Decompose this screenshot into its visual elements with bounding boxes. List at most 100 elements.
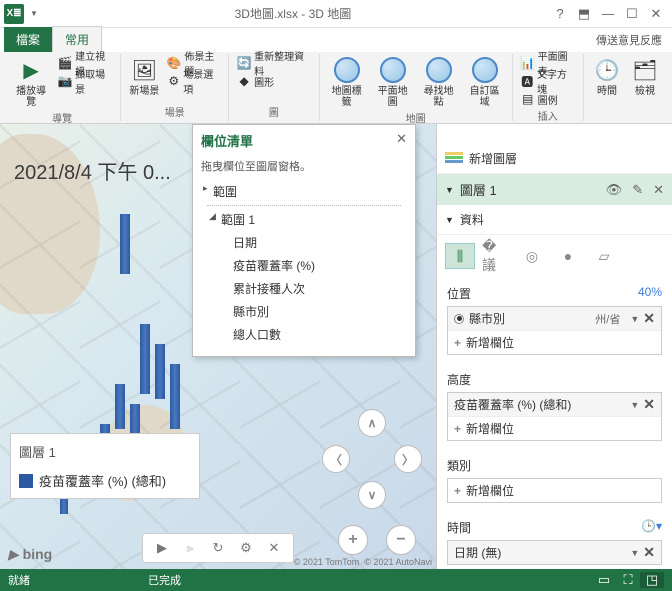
shapes-icon: ◆ [237,74,251,88]
layer-name[interactable]: 圖層 1 [460,180,596,199]
chevron-right-icon: ▸ [203,183,208,194]
time-button[interactable]: 🕒時間 [590,54,624,99]
field-item[interactable]: 疫苗覆蓋率 (%) [193,254,415,277]
chart-type-heatmap[interactable]: ● [553,243,583,269]
tour-loop-icon[interactable]: ↻ [209,539,227,557]
scene-options-button[interactable]: ⚙場景選項 [165,72,222,90]
zoom-in-button[interactable]: + [338,525,368,555]
shapes-button[interactable]: ◆圖形 [235,72,313,90]
tour-close-icon[interactable]: ✕ [265,539,283,557]
remove-icon[interactable]: ✕ [643,544,655,561]
nav-up-button[interactable]: ∧ [358,409,386,437]
category-section: 類別 +新增欄位 [437,449,672,511]
flat-map-button[interactable]: 平面地圖 [372,54,414,110]
field-list-close-icon[interactable]: ✕ [396,131,407,150]
text-box-button[interactable]: 🅰文字方塊 [519,72,577,90]
nav-right-button[interactable]: 〉 [394,445,422,473]
refresh-icon: 🔄 [237,56,251,70]
ribbon-group-insert: 📊平面圖表 🅰文字方塊 ▤圖例 插入 [513,54,584,121]
ribbon-toggle-icon[interactable]: ⬒ [572,6,596,22]
field-item[interactable]: 日期 [193,231,415,254]
custom-regions-button[interactable]: 自訂區域 [464,54,506,110]
minimize-icon[interactable]: — [596,6,620,21]
dropdown-icon[interactable]: ▼ [630,400,639,410]
edit-icon[interactable]: ✎ [632,182,643,198]
options-icon: ⚙ [167,74,180,88]
nav-pad: ∧ ∨ 〈 〉 [322,409,422,509]
tab-file[interactable]: 檔案 [4,27,52,52]
help-icon[interactable]: ? [548,6,572,21]
delete-icon[interactable]: ✕ [653,182,664,198]
new-scene-button[interactable]: 🖼新場景 [127,54,161,99]
field-item[interactable]: 縣市別 [193,300,415,323]
height-section: 高度 疫苗覆蓋率 (%) (總和)▼✕ +新增欄位 [437,363,672,449]
status-icon-1[interactable]: ▭ [592,572,616,588]
tour-settings-icon[interactable]: ⚙ [237,539,255,557]
field-list-range[interactable]: ▸範圍 [193,180,415,203]
add-layer-button[interactable]: 新增圖層 [437,144,672,174]
find-location-button[interactable]: 尋找地點 [418,54,460,110]
maximize-icon[interactable]: ☐ [620,6,644,22]
chevron-down-icon[interactable]: ▼ [445,185,454,195]
status-icon-3[interactable]: ◳ [640,572,664,588]
clock-icon[interactable]: 🕒▾ [641,519,662,536]
chart-type-stacked-column[interactable]: ⫼ [445,243,475,269]
video-icon: 🎬 [58,56,72,70]
app-dropdown-icon[interactable]: ▼ [30,9,38,18]
nav-down-button[interactable]: ∨ [358,481,386,509]
chart-type-clustered-column[interactable]: �議 [481,243,511,269]
remove-icon[interactable]: ✕ [643,396,655,413]
timestamp-label: 2021/8/4 下午 0... [14,156,171,185]
status-icon-2[interactable]: ⛶ [616,572,640,588]
time-section: 時間🕒▾ 日期 (無)▼✕ [437,511,672,569]
field-list-range1[interactable]: ◢範圍 1 [193,208,415,231]
zoom-out-button[interactable]: − [386,525,416,555]
time-field-row[interactable]: 日期 (無)▼✕ [448,541,661,564]
plus-icon: + [454,336,461,350]
dropdown-icon[interactable]: ▼ [630,314,639,324]
layer-header: ▼ 圖層 1 👁 ✎ ✕ [437,174,672,205]
tour-play-icon[interactable]: ▶ [153,539,171,557]
chart-type-bubble[interactable]: ◎ [517,243,547,269]
add-location-field[interactable]: +新增欄位 [448,331,661,354]
location-label: 位置 [447,285,471,302]
bing-logo: ▶ bing [8,546,52,563]
chart-type-region[interactable]: ▱ [589,243,619,269]
location-section: 位置40% 縣市別州/省▼✕ +新增欄位 [437,277,672,363]
location-confidence[interactable]: 40% [638,285,662,302]
field-list-title: 欄位清單 [201,131,253,150]
field-list-panel: 欄位清單 ✕ 拖曳欄位至圖層窗格。 ▸範圍 ◢範圍 1 日期 疫苗覆蓋率 (%)… [192,124,416,357]
add-category-field[interactable]: +新增欄位 [448,479,661,502]
map-canvas[interactable]: 2021/8/4 下午 0... 圖層 1 疫苗覆蓋率 (%) (總和) ▶ b… [0,124,436,569]
plus-icon: + [454,484,461,498]
textbox-icon: 🅰 [521,74,534,88]
chart-type-selector: ⫼ �議 ◎ ● ▱ [437,235,672,277]
status-ready: 就緒 [8,572,148,588]
field-item[interactable]: 累計接種人次 [193,277,415,300]
data-tab[interactable]: ▼資料 [437,205,672,235]
legend-icon: ▤ [521,92,535,106]
legend-button[interactable]: ▤圖例 [519,90,577,108]
close-icon[interactable]: ✕ [644,6,668,22]
tour-next-icon[interactable]: ⫸ [181,539,199,557]
dropdown-icon[interactable]: ▼ [630,548,639,558]
zoom-bar: + − [338,525,416,555]
visibility-icon[interactable]: 👁 [606,182,623,198]
nav-left-button[interactable]: 〈 [322,445,350,473]
radio-on-icon[interactable] [454,314,464,324]
map-legend[interactable]: 圖層 1 疫苗覆蓋率 (%) (總和) [10,433,200,499]
add-height-field[interactable]: +新增欄位 [448,417,661,440]
field-item[interactable]: 總人口數 [193,323,415,346]
feedback-link[interactable]: 傳送意見反應 [586,28,672,52]
refresh-data-button[interactable]: 🔄重新整理資料 [235,54,313,72]
play-tour-button[interactable]: ▶播放導覽 [10,54,52,110]
titlebar: X≣ ▼ 3D地圖.xlsx - 3D 地圖 ? ⬒ — ☐ ✕ [0,0,672,28]
remove-icon[interactable]: ✕ [643,310,655,327]
excel-icon: X≣ [4,4,24,24]
capture-scene-button[interactable]: 📷擷取場景 [56,72,114,90]
location-field-row[interactable]: 縣市別州/省▼✕ [448,307,661,331]
window-title: 3D地圖.xlsx - 3D 地圖 [38,5,548,22]
height-field-row[interactable]: 疫苗覆蓋率 (%) (總和)▼✕ [448,393,661,417]
view-button[interactable]: 🗂檢視 [628,54,662,99]
map-labels-button[interactable]: 地圖標籤 [326,54,368,110]
